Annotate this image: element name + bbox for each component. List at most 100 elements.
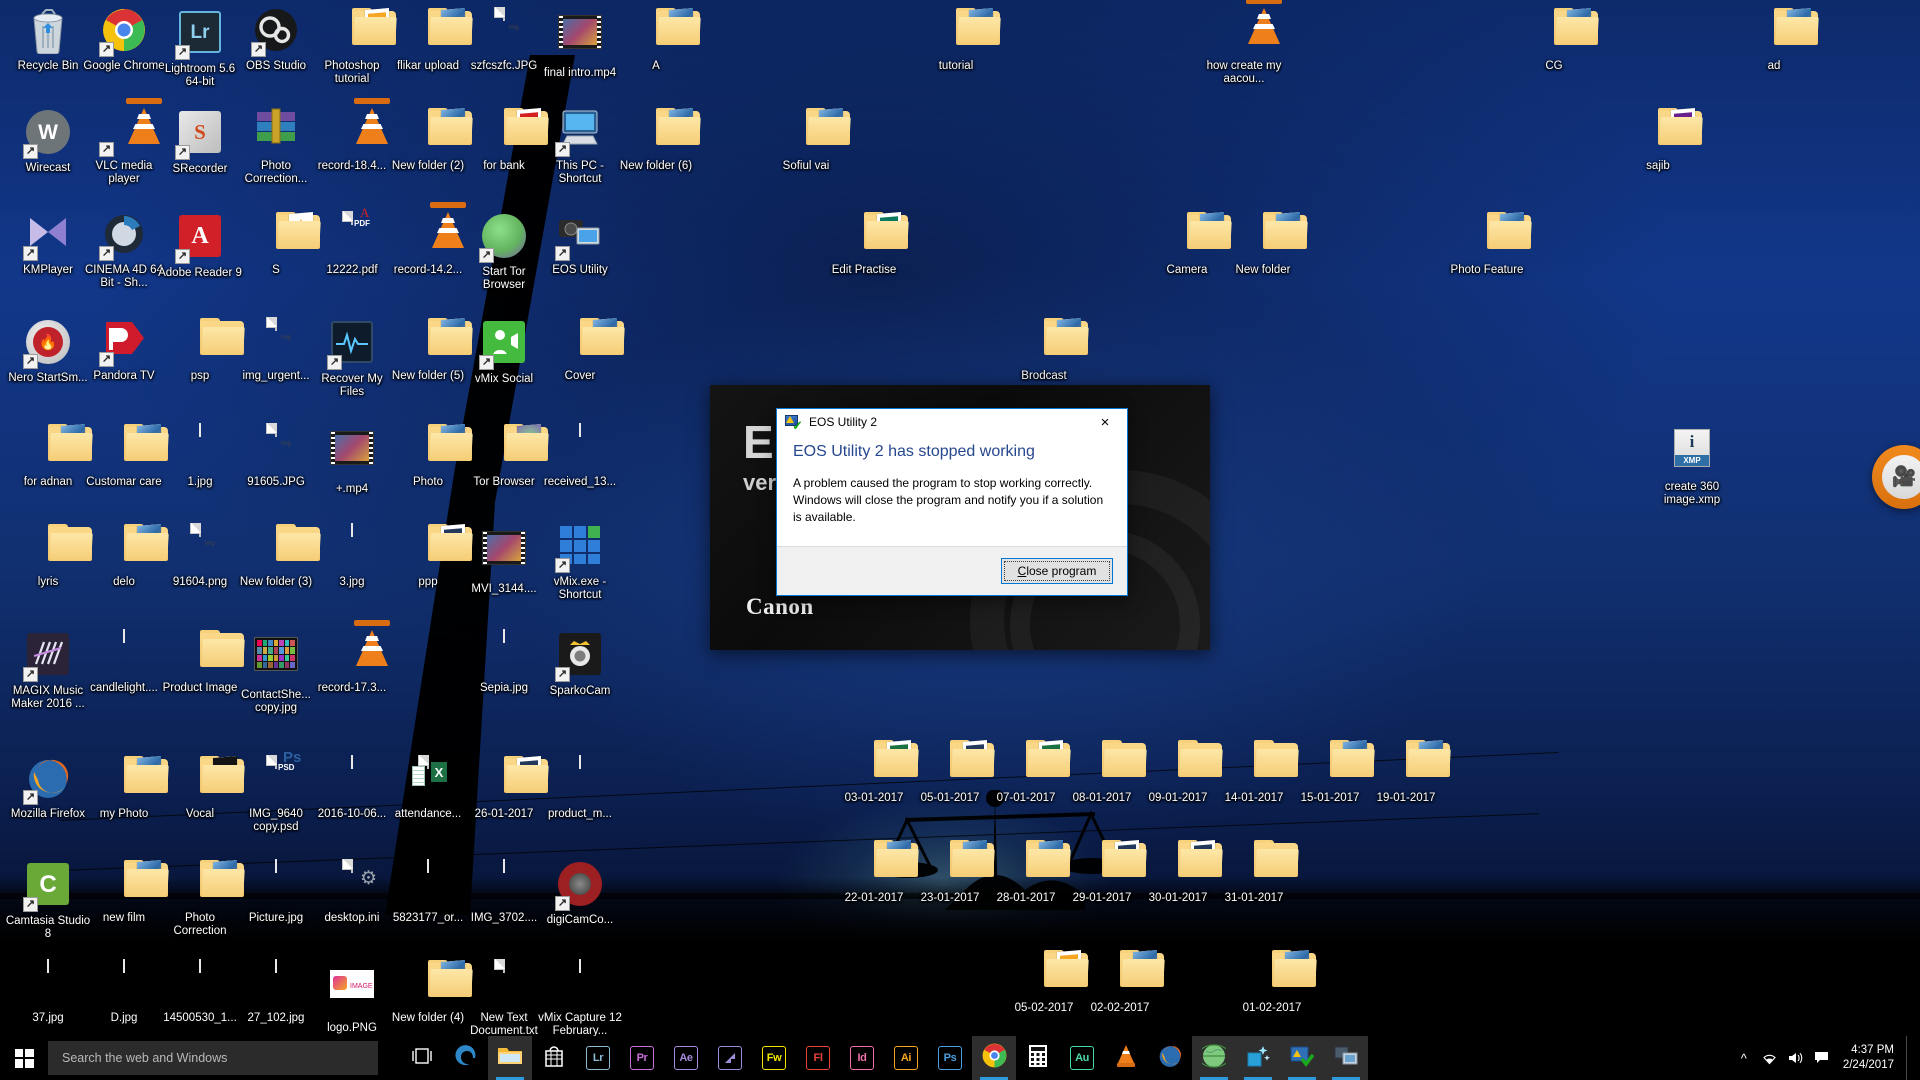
desktop-icon-record-17-3[interactable]: record-17.3...: [308, 630, 396, 695]
taskbar-button-task-view[interactable]: [400, 1036, 444, 1080]
desktop-icon-new-folder-5[interactable]: New folder (5): [384, 318, 472, 383]
desktop-icon-vocal[interactable]: Vocal: [156, 756, 244, 821]
desktop-icon-23-01-2017[interactable]: 23-01-2017: [906, 840, 994, 905]
desktop-icon-14500530-1[interactable]: 14500530_1...: [156, 960, 244, 1025]
desktop-icon-for-adnan[interactable]: for adnan: [4, 424, 92, 489]
desktop-icon-eos-utility[interactable]: EOS Utility: [536, 212, 624, 277]
desktop-icon-15-01-2017[interactable]: 15-01-2017: [1286, 740, 1374, 805]
desktop-icon-sofiul-vai[interactable]: Sofiul vai: [762, 108, 850, 173]
desktop-icon-sepia-jpg[interactable]: Sepia.jpg: [460, 630, 548, 695]
desktop-icon-delo[interactable]: delo: [80, 524, 168, 589]
desktop-icon-mozilla-firefox[interactable]: Mozilla Firefox: [4, 756, 92, 821]
desktop-icon-22-01-2017[interactable]: 22-01-2017: [830, 840, 918, 905]
taskbar-button-flash[interactable]: Fl: [796, 1036, 840, 1080]
desktop-icon-ppp[interactable]: Psppp: [384, 524, 472, 589]
desktop-icon-my-photo[interactable]: my Photo: [80, 756, 168, 821]
desktop-icon-srecorder[interactable]: SSRecorder: [156, 108, 244, 176]
taskbar-button-indesign[interactable]: Id: [840, 1036, 884, 1080]
desktop-icon-pandora-tv[interactable]: Pandora TV: [80, 318, 168, 383]
taskbar-button-audition[interactable]: Au: [1060, 1036, 1104, 1080]
desktop-icon-05-02-2017[interactable]: Ai05-02-2017: [1000, 950, 1088, 1015]
desktop-icon-new-folder-3[interactable]: New folder (3): [232, 524, 320, 589]
desktop-icon-recycle-bin[interactable]: Recycle Bin: [4, 8, 92, 73]
desktop-icon-19-01-2017[interactable]: 19-01-2017: [1362, 740, 1450, 805]
desktop-icon-magix-music-maker-2016[interactable]: MAGIX Music Maker 2016 ...: [4, 630, 92, 711]
desktop-icon-product-image[interactable]: Product Image: [156, 630, 244, 695]
desktop-icon-sparkocam[interactable]: SparkoCam: [536, 630, 624, 698]
desktop-icon-d-jpg[interactable]: D.jpg: [80, 960, 168, 1025]
desktop-icon-photo[interactable]: Photo: [384, 424, 472, 489]
desktop-icon-product-m[interactable]: product_m...: [536, 756, 624, 821]
search-input[interactable]: Search the web and Windows: [48, 1041, 378, 1075]
desktop-icon-31-01-2017[interactable]: 31-01-2017: [1210, 840, 1298, 905]
desktop-icon-photoshop-tutorial[interactable]: AiPhotoshop tutorial: [308, 8, 396, 86]
desktop-icon-2016-10-06[interactable]: 2016-10-06...: [308, 756, 396, 821]
taskbar-button-firefox[interactable]: [1148, 1036, 1192, 1080]
desktop-icon-img-9640-copy-psd[interactable]: PSDPsIMG_9640 copy.psd: [232, 756, 320, 834]
taskbar-button-eos-utility[interactable]: [1280, 1036, 1324, 1080]
desktop-icon-a[interactable]: A: [612, 8, 700, 73]
desktop-icon-1-jpg[interactable]: 1.jpg: [156, 424, 244, 489]
close-icon[interactable]: ×: [1083, 409, 1127, 435]
desktop-icon-lightroom-5-6-64-bit[interactable]: LrLightroom 5.6 64-bit: [156, 8, 244, 89]
taskbar-button-fireworks[interactable]: Fw: [752, 1036, 796, 1080]
desktop-icon-brodcast[interactable]: Brodcast: [1000, 318, 1088, 383]
desktop-icon-customar-care[interactable]: Customar care: [80, 424, 168, 489]
taskbar-button-remote-desktop[interactable]: [1324, 1036, 1368, 1080]
chevron-up-icon[interactable]: ^: [1731, 1036, 1757, 1080]
desktop-icon-27-102-jpg[interactable]: 27_102.jpg: [232, 960, 320, 1025]
taskbar-button-after-effects[interactable]: Ae: [664, 1036, 708, 1080]
desktop-icon-ad[interactable]: ad: [1730, 8, 1818, 73]
desktop-icon-vmix-social[interactable]: vMix Social: [460, 318, 548, 386]
desktop-icon-photo-correction[interactable]: Photo Correction...: [232, 108, 320, 186]
desktop-icon-cinema-4d-64-bit-sh[interactable]: CINEMA 4D 64 Bit - Sh...: [80, 212, 168, 290]
desktop-icon-30-01-2017[interactable]: Ps30-01-2017: [1134, 840, 1222, 905]
desktop-icon-contactshe-copy-jpg[interactable]: ContactShe... copy.jpg: [232, 630, 320, 715]
desktop-icon-sajib[interactable]: Prsajib: [1614, 108, 1702, 173]
desktop-icon-new-text-document-txt[interactable]: New Text Document.txt: [460, 960, 548, 1038]
desktop-icon-mp4[interactable]: +.mp4: [308, 424, 396, 496]
taskbar-button-chrome[interactable]: [972, 1036, 1016, 1080]
taskbar-button-vlc[interactable]: [1104, 1036, 1148, 1080]
desktop-icon-tutorial[interactable]: tutorial: [912, 8, 1000, 73]
desktop-icon-candlelight[interactable]: candlelight....: [80, 630, 168, 695]
taskbar-button-calculator[interactable]: [1016, 1036, 1060, 1080]
desktop-icon-37-jpg[interactable]: 37.jpg: [4, 960, 92, 1025]
desktop-icon-3-jpg[interactable]: 3.jpg: [308, 524, 396, 589]
desktop-icon-flikar-upload[interactable]: flikar upload: [384, 8, 472, 73]
taskbar-button-sparkle-app[interactable]: [1236, 1036, 1280, 1080]
close-program-button[interactable]: Close program: [1001, 558, 1113, 584]
taskbar-button-premiere-pro[interactable]: Pr: [620, 1036, 664, 1080]
desktop-icon-for-bank[interactable]: PDFfor bank: [460, 108, 548, 173]
desktop-icon-91604-png[interactable]: img91604.png: [156, 524, 244, 589]
desktop-icon-this-pc-shortcut[interactable]: This PC - Shortcut: [536, 108, 624, 186]
desktop-icon-03-01-2017[interactable]: X03-01-2017: [830, 740, 918, 805]
floating-recorder-widget[interactable]: 🎥: [1872, 445, 1920, 509]
desktop-icon-cg[interactable]: CG: [1510, 8, 1598, 73]
desktop-icon-received-13[interactable]: received_13...: [536, 424, 624, 489]
desktop-icon-nero-startsm[interactable]: 🔥Nero StartSm...: [4, 318, 92, 385]
desktop-icon-05-01-2017[interactable]: Ps05-01-2017: [906, 740, 994, 805]
desktop-icon-new-film[interactable]: new film: [80, 860, 168, 925]
desktop-icon-picture-jpg[interactable]: Picture.jpg: [232, 860, 320, 925]
dialog-titlebar[interactable]: ✓ EOS Utility 2 ×: [777, 409, 1127, 435]
desktop-icon-14-01-2017[interactable]: 14-01-2017: [1210, 740, 1298, 805]
eos-utility-error-dialog[interactable]: ✓ EOS Utility 2 × EOS Utility 2 has stop…: [776, 408, 1128, 596]
desktop-icon-photo-correction[interactable]: Photo Correction: [156, 860, 244, 938]
desktop-icon-desktop-ini[interactable]: ⚙desktop.ini: [308, 860, 396, 925]
taskbar-button-flash-builder[interactable]: [708, 1036, 752, 1080]
desktop-icon-cover[interactable]: Cover: [536, 318, 624, 383]
taskbar-button-globe-browser[interactable]: [1192, 1036, 1236, 1080]
taskbar-button-lightroom[interactable]: Lr: [576, 1036, 620, 1080]
speaker-icon[interactable]: [1783, 1036, 1809, 1080]
desktop-icon-obs-studio[interactable]: OBS Studio: [232, 8, 320, 73]
desktop-icon-new-folder[interactable]: New folder: [1219, 212, 1307, 277]
desktop-icon-edit-practise[interactable]: AuEdit Practise: [820, 212, 908, 277]
desktop-icon-recover-my-files[interactable]: Recover My Files: [308, 318, 396, 399]
desktop-icon-kmplayer[interactable]: KMPlayer: [4, 212, 92, 277]
taskbar-button-edge[interactable]: [444, 1036, 488, 1080]
clock[interactable]: 4:37 PM 2/24/2017: [1835, 1036, 1906, 1080]
desktop-icon-new-folder-4[interactable]: New folder (4): [384, 960, 472, 1025]
desktop-icon-28-01-2017[interactable]: 28-01-2017: [982, 840, 1070, 905]
desktop-icon-google-chrome[interactable]: Google Chrome: [80, 8, 168, 73]
